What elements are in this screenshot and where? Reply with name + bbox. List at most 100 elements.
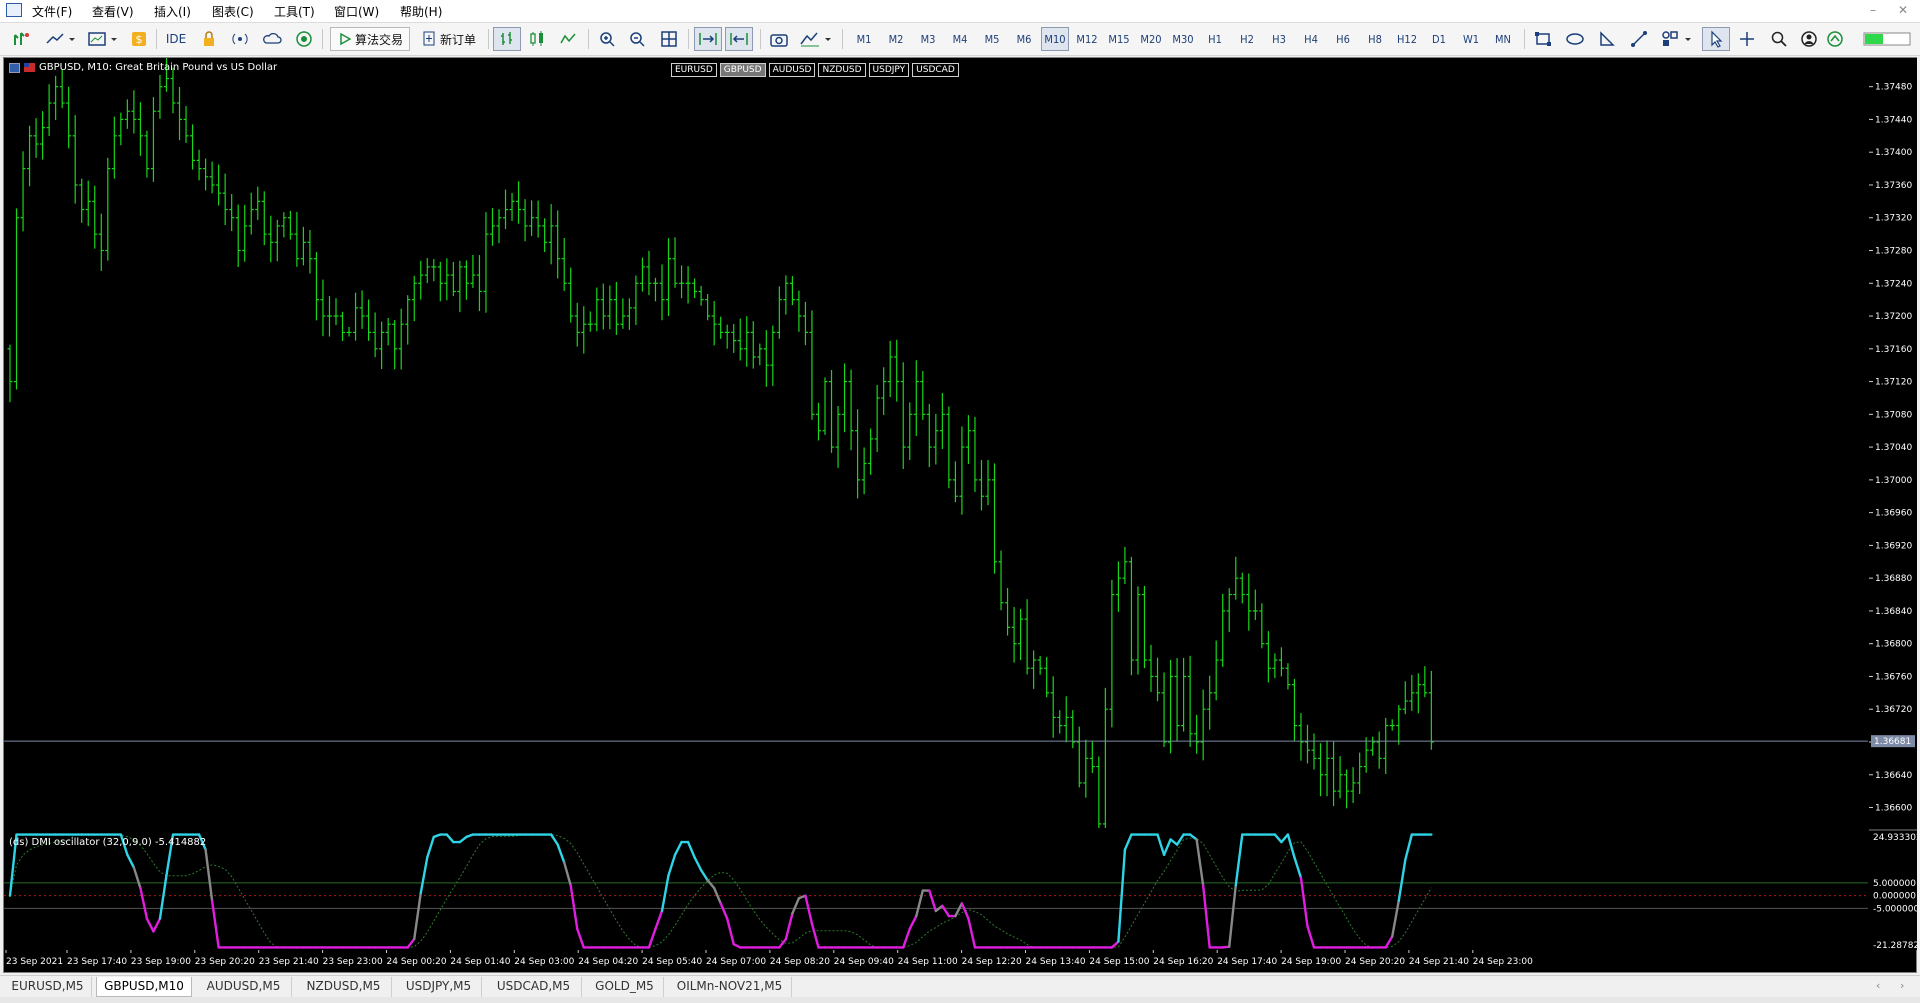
price-bar bbox=[952, 461, 958, 503]
chart-tab-oil[interactable]: OILMn-NOV21,M5 bbox=[668, 977, 792, 997]
signal-icon[interactable] bbox=[228, 27, 252, 51]
minimize-icon[interactable]: – bbox=[1860, 2, 1886, 18]
menu-tools[interactable]: 工具(T) bbox=[274, 3, 315, 20]
ellipse-tool-icon[interactable] bbox=[1562, 27, 1588, 51]
menu-insert[interactable]: 插入(I) bbox=[154, 3, 191, 20]
timeframe-h6[interactable]: H6 bbox=[1329, 27, 1357, 51]
timeframe-d1[interactable]: D1 bbox=[1425, 27, 1453, 51]
templates-icon[interactable] bbox=[84, 27, 120, 51]
symbol-tab-nzdusd[interactable]: NZDUSD bbox=[818, 63, 866, 77]
symbol-tab-usdjpy[interactable]: USDJPY bbox=[868, 63, 910, 77]
timeframe-m20[interactable]: M20 bbox=[1137, 27, 1165, 51]
tile-windows-icon[interactable] bbox=[656, 27, 682, 51]
timeframe-h4[interactable]: H4 bbox=[1297, 27, 1325, 51]
oscillator-segment bbox=[1234, 833, 1244, 887]
menu-help[interactable]: 帮助(H) bbox=[400, 3, 442, 20]
timeframe-h3[interactable]: H3 bbox=[1265, 27, 1293, 51]
indicators-icon[interactable] bbox=[796, 27, 836, 51]
search-icon[interactable] bbox=[1766, 27, 1792, 51]
menu-file[interactable]: 文件(F) bbox=[32, 3, 72, 20]
price-bar bbox=[815, 402, 821, 441]
price-bar bbox=[1304, 724, 1310, 764]
chart-type-icon[interactable] bbox=[42, 27, 78, 51]
menu-charts[interactable]: 图表(C) bbox=[212, 3, 254, 20]
price-chart[interactable] bbox=[4, 58, 1868, 828]
close-icon[interactable]: ✕ bbox=[1890, 2, 1916, 18]
dmi-oscillator-panel[interactable] bbox=[4, 832, 1868, 950]
ide-button[interactable]: IDE bbox=[162, 27, 190, 51]
price-bar bbox=[1076, 726, 1082, 788]
timeframe-m1[interactable]: M1 bbox=[850, 27, 878, 51]
chart-tab-gbpusd[interactable]: GBPUSD,M10 bbox=[96, 977, 192, 997]
chart-tab-eurusd[interactable]: EURUSD,M5 bbox=[4, 977, 92, 997]
chart-shift-icon[interactable] bbox=[725, 27, 753, 51]
vps-icon[interactable] bbox=[292, 27, 316, 51]
crosshair-icon[interactable] bbox=[1734, 27, 1760, 51]
timeframe-h8[interactable]: H8 bbox=[1361, 27, 1389, 51]
price-bar bbox=[985, 460, 991, 506]
zoom-in-icon[interactable] bbox=[594, 27, 620, 51]
one-click-trading-icon[interactable] bbox=[9, 62, 20, 73]
timeframe-m6[interactable]: M6 bbox=[1010, 27, 1038, 51]
oscillator-segment bbox=[960, 902, 970, 920]
timeframe-h12[interactable]: H12 bbox=[1393, 27, 1421, 51]
timeframe-m12[interactable]: M12 bbox=[1073, 27, 1101, 51]
bar-chart-icon[interactable] bbox=[493, 27, 521, 51]
timeframe-m10[interactable]: M10 bbox=[1041, 27, 1069, 51]
auto-scroll-icon[interactable] bbox=[694, 27, 722, 51]
trendline-tool-icon[interactable] bbox=[1626, 27, 1652, 51]
price-bar bbox=[1044, 657, 1050, 698]
chart-tab-usdcad[interactable]: USDCAD,M5 bbox=[486, 977, 582, 997]
menu-view[interactable]: 查看(V) bbox=[92, 3, 134, 20]
oscillator-segment bbox=[445, 833, 455, 844]
timeframe-w1[interactable]: W1 bbox=[1457, 27, 1485, 51]
algo-trading-button[interactable]: 算法交易 bbox=[330, 27, 410, 51]
timeframe-m30[interactable]: M30 bbox=[1169, 27, 1197, 51]
price-bar bbox=[1337, 756, 1343, 799]
timeframe-m5[interactable]: M5 bbox=[978, 27, 1006, 51]
new-chart-icon[interactable] bbox=[8, 27, 34, 51]
price-bar bbox=[1239, 572, 1245, 604]
rectangle-tool-icon[interactable] bbox=[1530, 27, 1556, 51]
timeframe-h2[interactable]: H2 bbox=[1233, 27, 1261, 51]
oscillator-segment bbox=[569, 884, 579, 931]
new-order-button[interactable]: 新订单 bbox=[416, 27, 484, 51]
chart-tab-gold[interactable]: GOLD_M5 bbox=[586, 977, 664, 997]
line-chart-icon[interactable] bbox=[555, 27, 581, 51]
price-bar bbox=[444, 258, 450, 301]
chart-tab-nzdusd[interactable]: NZDUSD,M5 bbox=[296, 977, 392, 997]
zoom-out-icon[interactable] bbox=[624, 27, 650, 51]
menu-window[interactable]: 窗口(W) bbox=[334, 3, 379, 20]
price-bar bbox=[118, 112, 124, 146]
timeframe-m3[interactable]: M3 bbox=[914, 27, 942, 51]
cloud-icon[interactable] bbox=[260, 27, 284, 51]
symbol-tab-audusd[interactable]: AUDUSD bbox=[768, 63, 816, 77]
price-bar bbox=[763, 330, 769, 387]
cursor-icon[interactable] bbox=[1702, 27, 1730, 51]
price-bar bbox=[744, 316, 750, 367]
price-bar bbox=[646, 250, 652, 296]
signal-strength-icon[interactable] bbox=[1823, 27, 1847, 51]
lock-icon[interactable] bbox=[198, 27, 220, 51]
timeframe-m15[interactable]: M15 bbox=[1105, 27, 1133, 51]
timeframe-mn[interactable]: MN bbox=[1489, 27, 1517, 51]
triangle-tool-icon[interactable] bbox=[1594, 27, 1620, 51]
screenshot-icon[interactable] bbox=[766, 27, 792, 51]
tab-scroll-right-icon[interactable]: › bbox=[1900, 979, 1904, 992]
symbol-tab-eurusd[interactable]: EURUSD bbox=[671, 63, 717, 77]
symbol-tab-usdcad[interactable]: USDCAD bbox=[912, 63, 959, 77]
symbol-tab-gbpusd[interactable]: GBPUSD bbox=[719, 63, 766, 77]
account-icon[interactable] bbox=[1797, 27, 1821, 51]
timeframe-m4[interactable]: M4 bbox=[946, 27, 974, 51]
price-bar bbox=[366, 299, 372, 341]
candlestick-icon[interactable] bbox=[524, 27, 550, 51]
chart-tab-usdjpy[interactable]: USDJPY,M5 bbox=[396, 977, 482, 997]
shapes-tool-icon[interactable] bbox=[1658, 27, 1694, 51]
timeframe-m2[interactable]: M2 bbox=[882, 27, 910, 51]
timeframe-h1[interactable]: H1 bbox=[1201, 27, 1229, 51]
tab-scroll-left-icon[interactable]: ‹ bbox=[1876, 979, 1880, 992]
time-tick-label: 24 Sep 21:40 bbox=[1409, 957, 1469, 967]
market-icon[interactable]: $ bbox=[128, 27, 150, 51]
chart-tab-audusd[interactable]: AUDUSD,M5 bbox=[196, 977, 292, 997]
oscillator-segment bbox=[556, 843, 566, 864]
